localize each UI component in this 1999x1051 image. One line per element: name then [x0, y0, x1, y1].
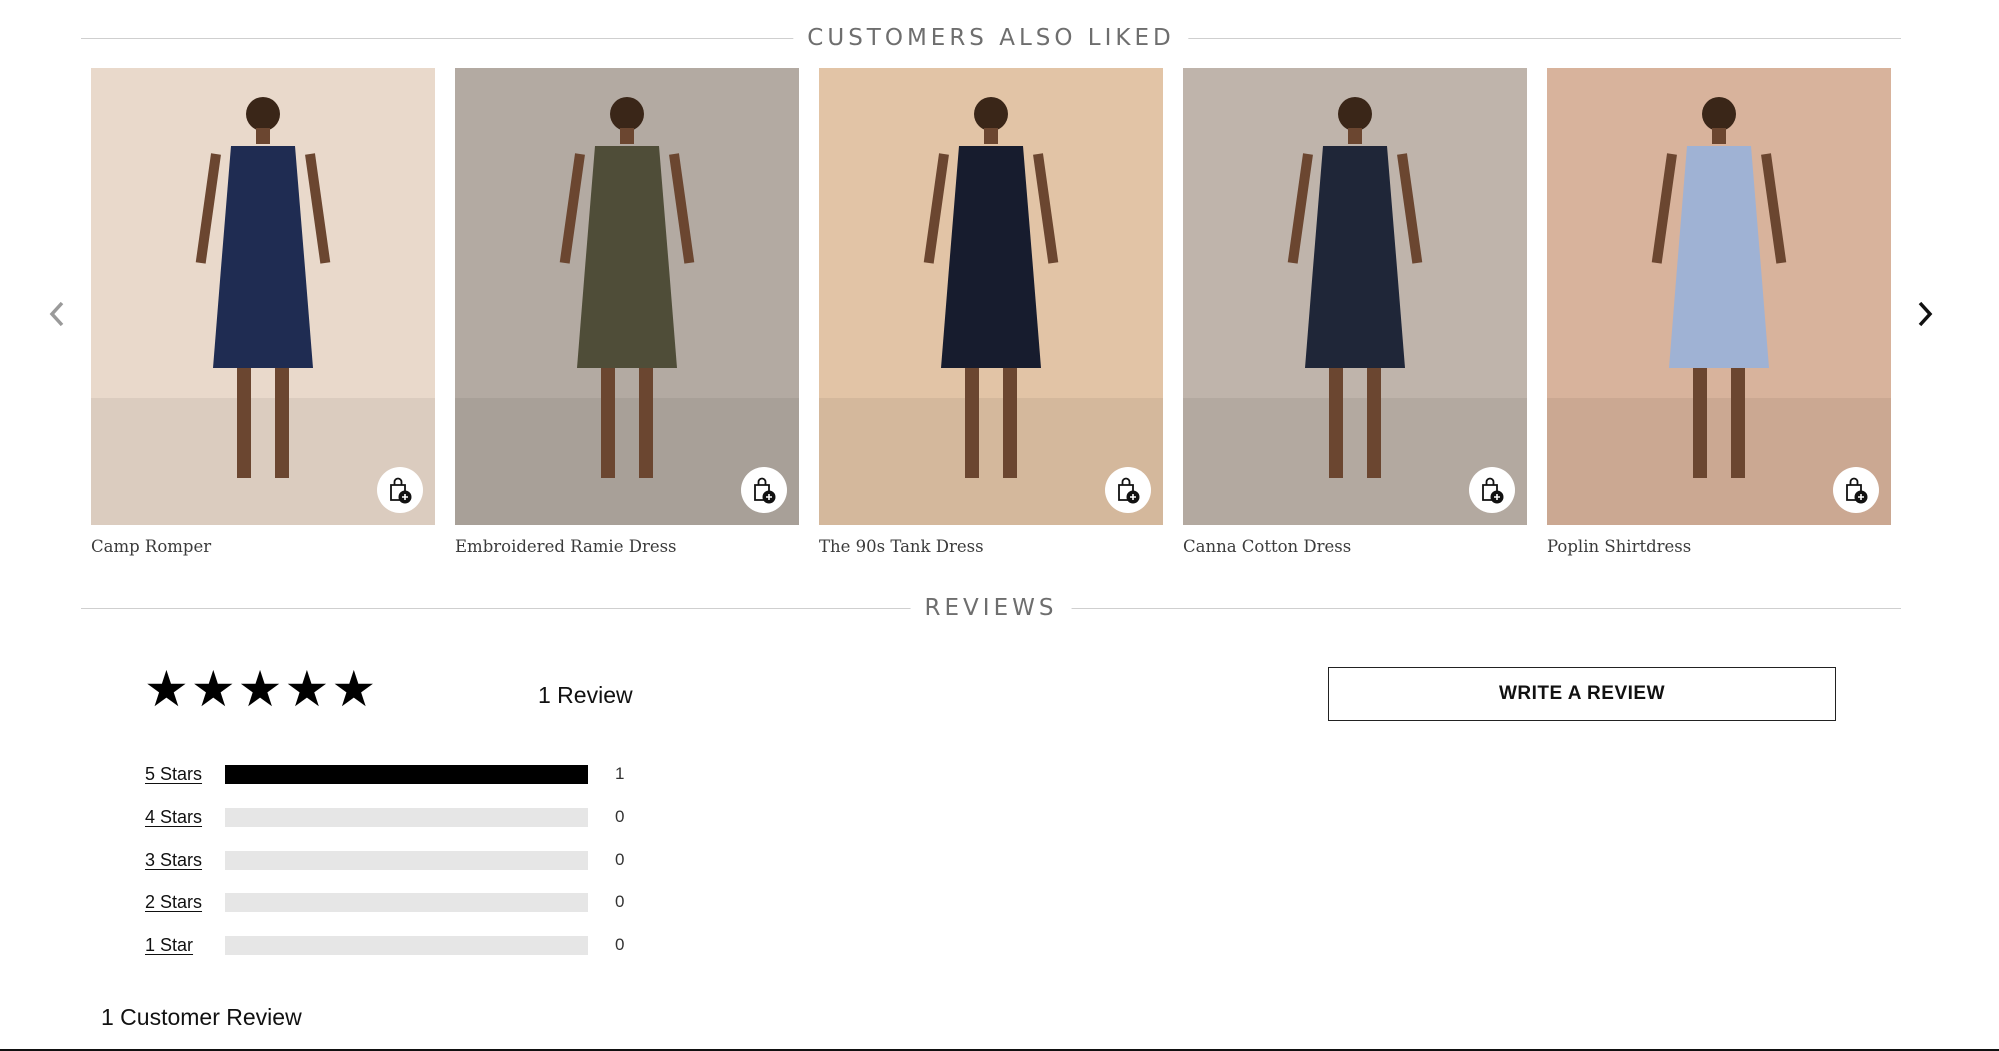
review-count: 1 Review: [538, 682, 633, 708]
rating-filter-link[interactable]: 2 Stars: [145, 892, 225, 913]
rating-bar-track: [225, 807, 588, 827]
product-image[interactable]: [1547, 68, 1891, 525]
rating-histogram-row: 3 Stars 0: [145, 848, 645, 872]
rating-bar-track: [225, 892, 588, 912]
recommendations-title: CUSTOMERS ALSO LIKED: [793, 23, 1189, 53]
product-image[interactable]: [1183, 68, 1527, 525]
reviews-title: REVIEWS: [910, 593, 1072, 623]
product-card[interactable]: Canna Cotton Dress: [1183, 68, 1527, 556]
rating-count: 1: [615, 764, 625, 783]
product-card[interactable]: Embroidered Ramie Dress: [455, 68, 799, 556]
quick-add-button[interactable]: [1469, 467, 1515, 513]
product-name[interactable]: Camp Romper: [91, 537, 435, 556]
quick-add-button[interactable]: [741, 467, 787, 513]
rating-filter-link[interactable]: 4 Stars: [145, 807, 225, 828]
product-card[interactable]: Poplin Shirtdress: [1547, 68, 1891, 556]
product-name[interactable]: Canna Cotton Dress: [1183, 537, 1527, 556]
product-photo: [455, 68, 799, 525]
carousel-next-button[interactable]: [1910, 296, 1940, 332]
rating-filter-link[interactable]: 3 Stars: [145, 850, 225, 871]
rating-bar-track: [225, 764, 588, 784]
shopping-bag-add-icon: [1846, 477, 1868, 504]
shopping-bag-add-icon: [1482, 477, 1504, 504]
shopping-bag-add-icon: [1118, 477, 1140, 504]
rating-bar-track: [225, 850, 588, 870]
rating-count: 0: [615, 807, 625, 826]
reviews-header: REVIEWS: [81, 593, 1901, 623]
carousel-prev-button[interactable]: [42, 296, 72, 332]
rating-count: 0: [615, 892, 625, 911]
rating-bar-fill: [225, 764, 588, 784]
product-image[interactable]: [91, 68, 435, 525]
rating-histogram-row: 1 Star 0: [145, 933, 645, 957]
rating-histogram-row: 4 Stars 0: [145, 805, 645, 829]
product-photo: [1547, 68, 1891, 525]
recommendations-header: CUSTOMERS ALSO LIKED: [81, 23, 1901, 53]
star-icon: ★: [331, 660, 377, 718]
star-icon: ★: [144, 660, 189, 718]
product-photo: [91, 68, 435, 525]
rating-filter-link[interactable]: 1 Star: [145, 935, 225, 956]
product-photo: [1183, 68, 1527, 525]
rating-filter-link[interactable]: 5 Stars: [145, 764, 225, 785]
quick-add-button[interactable]: [1105, 467, 1151, 513]
product-image[interactable]: [455, 68, 799, 525]
shopping-bag-add-icon: [390, 477, 412, 504]
star-icon: ★: [237, 660, 283, 718]
product-card[interactable]: Camp Romper: [91, 68, 435, 556]
product-photo: [819, 68, 1163, 525]
product-name[interactable]: Poplin Shirtdress: [1547, 537, 1891, 556]
rating-histogram-row: 5 Stars 1: [145, 762, 645, 786]
chevron-right-icon: [1918, 301, 1933, 327]
write-review-button[interactable]: WRITE A REVIEW: [1328, 667, 1836, 721]
rating-count: 0: [615, 935, 625, 954]
star-icon: ★: [190, 660, 236, 718]
rating-bar-track: [225, 935, 588, 955]
customer-review-heading: 1 Customer Review: [101, 1004, 302, 1030]
product-name[interactable]: The 90s Tank Dress: [819, 537, 1163, 556]
rating-histogram-row: 2 Stars 0: [145, 890, 645, 914]
chevron-left-icon: [49, 301, 64, 327]
quick-add-button[interactable]: [1833, 467, 1879, 513]
product-name[interactable]: Embroidered Ramie Dress: [455, 537, 799, 556]
shopping-bag-add-icon: [754, 477, 776, 504]
average-rating-stars: ★ ★ ★ ★ ★: [144, 664, 376, 714]
star-icon: ★: [284, 660, 330, 718]
product-card[interactable]: The 90s Tank Dress: [819, 68, 1163, 556]
product-image[interactable]: [819, 68, 1163, 525]
quick-add-button[interactable]: [377, 467, 423, 513]
rating-count: 0: [615, 850, 625, 869]
